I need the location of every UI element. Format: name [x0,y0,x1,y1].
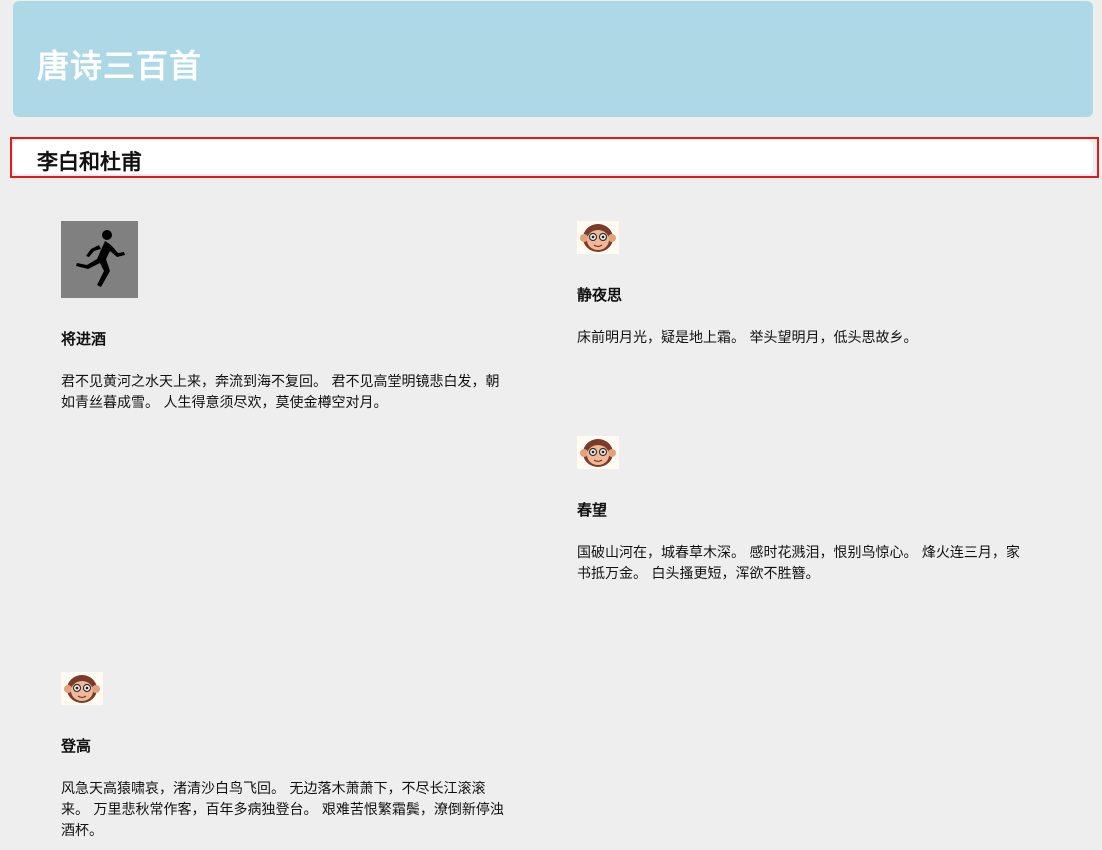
monkey-icon [577,436,619,469]
poem-title: 将进酒 [61,330,107,348]
poem-title: 静夜思 [577,286,623,304]
monkey-icon [61,672,103,705]
poem-text: 君不见黄河之水天上来，奔流到海不复回。 君不见高堂明镜悲白发，朝如青丝暮成雪。 … [61,374,500,411]
runner-icon [61,221,138,298]
section-title: 李白和杜甫 [37,150,142,174]
section-header: 李白和杜甫 [13,140,1093,174]
page-header: 唐诗三百首 [13,1,1093,117]
poem-card: 登高 风急天高猿啸哀，渚清沙白鸟飞回。 无边落木萧萧下，不尽长江滚滚来。 万里悲… [61,672,511,842]
poem-card: 静夜思 床前明月光，疑是地上霜。 举头望明月，低头思故乡。 [577,221,1027,349]
poem-text: 床前明月光，疑是地上霜。 举头望明月，低头思故乡。 [577,330,918,346]
poem-title: 春望 [577,501,608,519]
page-title: 唐诗三百首 [37,47,203,85]
poem-text: 国破山河在，城春草木深。 感时花溅泪，恨别鸟惊心。 烽火连三月，家书抵万金。 白… [577,545,1020,582]
poem-text: 风急天高猿啸哀，渚清沙白鸟飞回。 无边落木萧萧下，不尽长江滚滚来。 万里悲秋常作… [61,781,504,839]
monkey-icon [577,221,619,254]
poem-title: 登高 [61,737,92,755]
poem-card: 将进酒 君不见黄河之水天上来，奔流到海不复回。 君不见高堂明镜悲白发，朝如青丝暮… [61,221,511,414]
poem-card: 春望 国破山河在，城春草木深。 感时花溅泪，恨别鸟惊心。 烽火连三月，家书抵万金… [577,436,1027,585]
